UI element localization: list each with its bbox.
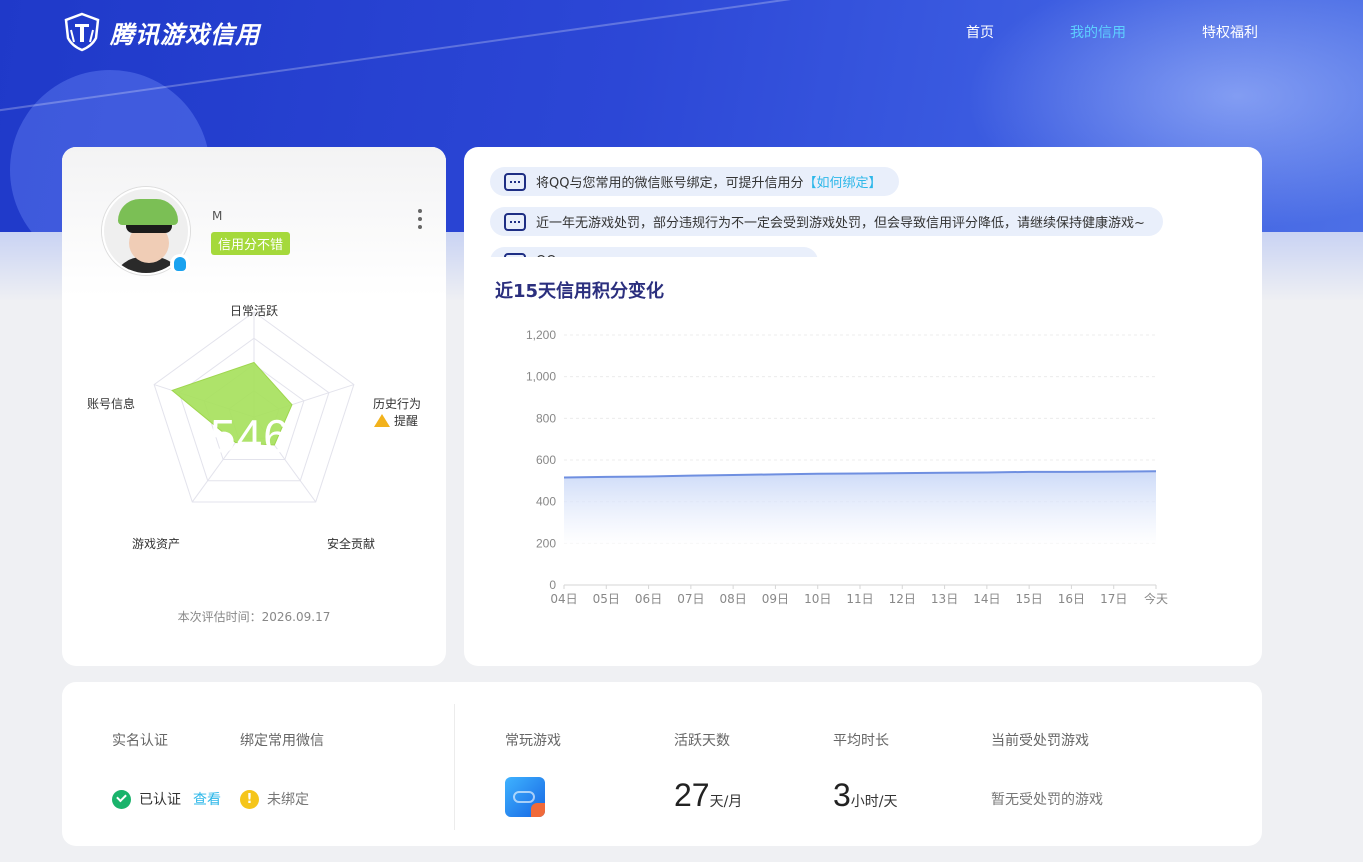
avg-time: 3 小时/天	[833, 777, 898, 814]
avg-time-unit: 小时/天	[850, 794, 898, 810]
x-tick-label: 12日	[889, 592, 916, 606]
radar-label-security: 安全贡献	[327, 537, 376, 551]
x-tick-label: 11日	[846, 592, 873, 606]
evaluation-time: 本次评估时间：2026.09.17	[177, 610, 331, 624]
x-tick-label: 06日	[635, 592, 662, 606]
nickname: M	[212, 209, 223, 223]
notice-text: QQ	[536, 254, 556, 257]
active-days-unit: 天/月	[709, 794, 743, 810]
notice-partial: QQ	[490, 247, 818, 257]
exclamation-circle-icon: !	[240, 789, 259, 809]
realname-value: 已认证	[139, 792, 181, 808]
radar-label-account: 账号信息	[87, 397, 136, 411]
notice-text: 将QQ与您常用的微信账号绑定，可提升信用分	[536, 176, 804, 191]
y-tick-label: 600	[536, 453, 556, 467]
notice-text: 近一年无游戏处罚，部分违规行为不一定会受到游戏处罚，但会导致信用评分降低，请继续…	[536, 216, 1145, 231]
score-trend-chart: 0 200 400 600 800 1,000 1,200 04日 05日 06日 07日 08日 09…	[526, 328, 1168, 606]
profile-card: M 信用分不错 日常活跃 历史行为 提醒 安全贡献 游戏资产 账号信息 546 …	[62, 147, 446, 666]
avg-time-label: 平均时长	[833, 733, 889, 749]
realname-status: 已认证 查看	[112, 789, 221, 809]
history-warning[interactable]: 提醒	[374, 412, 418, 429]
active-days-label: 活跃天数	[674, 733, 730, 749]
radar-label-daily-active: 日常活跃	[230, 304, 279, 318]
active-days: 27 天/月	[674, 777, 742, 814]
chart-title: 近15天信用积分变化	[495, 281, 665, 302]
x-tick-label: 14日	[973, 592, 1000, 606]
x-tick-label: 15日	[1016, 592, 1043, 606]
punished-games-value: 暂无受处罚的游戏	[991, 792, 1103, 808]
x-tick-label: 13日	[931, 592, 958, 606]
message-icon	[504, 252, 526, 257]
x-tick-label: 07日	[677, 592, 704, 606]
warning-icon	[374, 414, 390, 427]
y-tick-label: 800	[536, 411, 556, 425]
x-tick-label: 17日	[1100, 592, 1127, 606]
y-tick-label: 0	[549, 578, 556, 592]
x-tick-label: 今天	[1144, 591, 1168, 606]
frequent-games-label: 常玩游戏	[505, 733, 561, 749]
history-warning-label: 提醒	[394, 414, 419, 428]
notice-list: 将QQ与您常用的微信账号绑定，可提升信用分 【如何绑定】 近一年无游戏处罚，部分违…	[490, 167, 1250, 257]
message-icon	[504, 172, 526, 191]
top-nav: 首页 我的信用 特权福利	[0, 22, 1363, 42]
more-options-icon[interactable]	[416, 209, 424, 231]
y-tick-label: 400	[536, 495, 556, 509]
y-tick-label: 1,000	[526, 370, 556, 384]
x-tick-label: 08日	[720, 592, 747, 606]
wechat-status[interactable]: ! 未绑定	[240, 789, 309, 809]
stats-card: 实名认证 绑定常用微信 已认证 查看 ! 未绑定 常玩游戏 活跃天数 27 天/…	[62, 682, 1262, 846]
credit-level-badge: 信用分不错	[211, 232, 291, 255]
y-tick-label: 1,200	[526, 328, 556, 342]
notice-bind-wechat[interactable]: 将QQ与您常用的微信账号绑定，可提升信用分 【如何绑定】	[490, 167, 900, 196]
x-tick-label: 04日	[550, 592, 577, 606]
series-area	[564, 471, 1156, 545]
credit-score: 546	[210, 410, 290, 462]
active-days-value: 27	[674, 777, 710, 813]
score-trend-card: 将QQ与您常用的微信账号绑定，可提升信用分 【如何绑定】 近一年无游戏处罚，部分违…	[464, 147, 1262, 666]
wechat-label: 绑定常用微信	[240, 733, 324, 749]
radar-label-history: 历史行为	[373, 397, 422, 411]
x-tick-label: 10日	[804, 592, 831, 606]
realname-label: 实名认证	[112, 733, 168, 749]
qq-penguin-icon	[170, 254, 190, 274]
game-icon[interactable]	[505, 777, 545, 817]
nav-home[interactable]: 首页	[966, 22, 994, 42]
view-realname-link[interactable]: 查看	[193, 789, 221, 809]
x-tick-label: 05日	[593, 592, 620, 606]
wechat-value: 未绑定	[267, 792, 309, 808]
punished-games-label: 当前受处罚游戏	[991, 733, 1089, 749]
x-tick-label: 09日	[762, 592, 789, 606]
notice-no-penalty: 近一年无游戏处罚，部分违规行为不一定会受到游戏处罚，但会导致信用评分降低，请继续…	[490, 207, 1163, 236]
how-to-bind-link[interactable]: 【如何绑定】	[803, 172, 881, 191]
x-tick-label: 16日	[1058, 592, 1085, 606]
radar-label-assets: 游戏资产	[132, 537, 181, 551]
section-divider	[454, 704, 455, 830]
avg-time-value: 3	[833, 777, 851, 813]
message-icon	[504, 212, 526, 231]
y-tick-label: 200	[536, 536, 556, 550]
check-circle-icon	[112, 789, 131, 809]
nav-my-credit[interactable]: 我的信用	[1070, 22, 1126, 42]
nav-privileges[interactable]: 特权福利	[1202, 22, 1258, 42]
